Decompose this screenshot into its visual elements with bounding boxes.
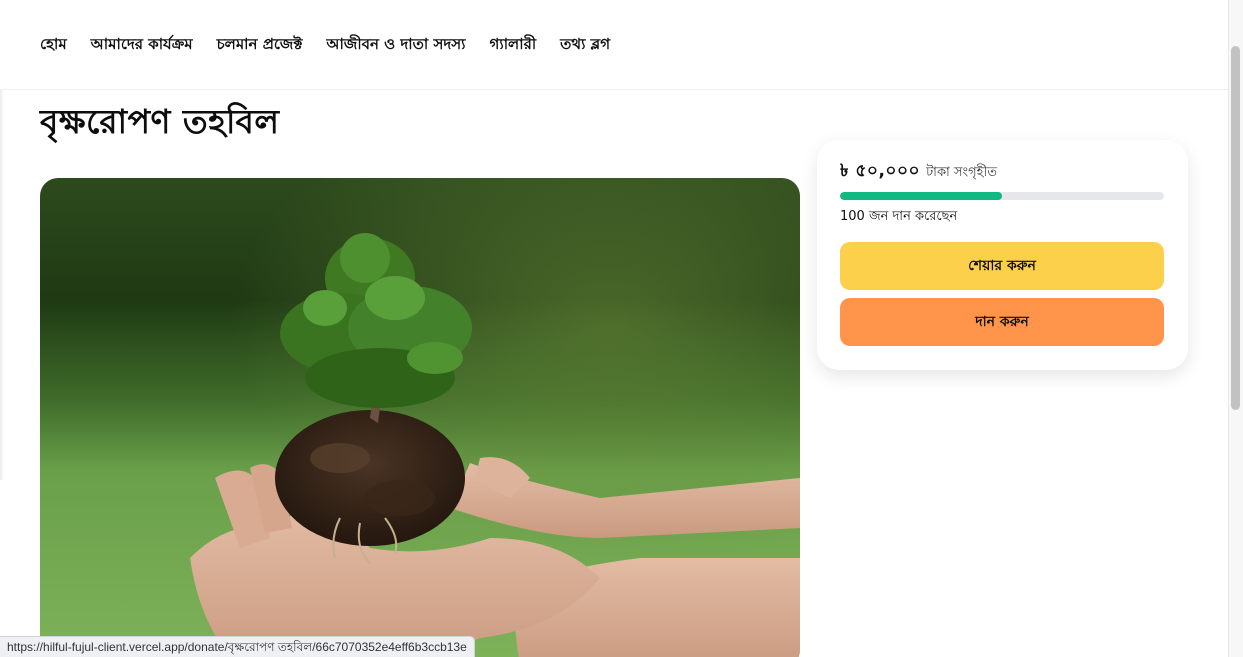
scrollbar-thumb[interactable] — [1231, 46, 1240, 410]
share-button[interactable]: শেয়ার করুন — [840, 242, 1164, 290]
donation-progress-bar — [840, 192, 1164, 200]
main-navbar: হোম আমাদের কার্যক্রম চলমান প্রজেক্ট আজীব… — [0, 0, 1228, 90]
status-bar-url: https://hilful-fujul-client.vercel.app/d… — [0, 636, 475, 657]
donation-card: ৳ ৫০,০০০ টাকা সংগৃহীত 100 জন দান করেছেন … — [817, 140, 1188, 370]
sapling-in-hands-image — [40, 178, 800, 657]
nav-item-gallery[interactable]: গ্যালারী — [490, 33, 537, 58]
left-edge-shadow — [0, 50, 4, 480]
nav-item-ongoing-projects[interactable]: চলমান প্রজেক্ট — [217, 33, 303, 58]
donor-count: 100 জন দান করেছেন — [840, 209, 958, 224]
nav-list: হোম আমাদের কার্যক্রম চলমান প্রজেক্ট আজীব… — [40, 33, 610, 58]
raised-unit: টাকা সংগৃহীত — [926, 165, 997, 180]
page-title: বৃক্ষরোপণ তহবিল — [40, 102, 280, 141]
raised-row: ৳ ৫০,০০০ টাকা সংগৃহীত — [840, 158, 997, 186]
nav-item-home[interactable]: হোম — [40, 33, 67, 58]
nav-item-our-activities[interactable]: আমাদের কার্যক্রম — [91, 33, 193, 58]
donation-progress-fill — [840, 192, 1002, 200]
raised-amount: ৳ ৫০,০০০ — [840, 161, 921, 181]
nav-item-members[interactable]: আজীবন ও দাতা সদস্য — [326, 33, 465, 58]
donate-button[interactable]: দান করুন — [840, 298, 1164, 346]
nav-item-blog[interactable]: তথ্য ব্লগ — [560, 33, 610, 58]
hero-image — [40, 178, 800, 657]
